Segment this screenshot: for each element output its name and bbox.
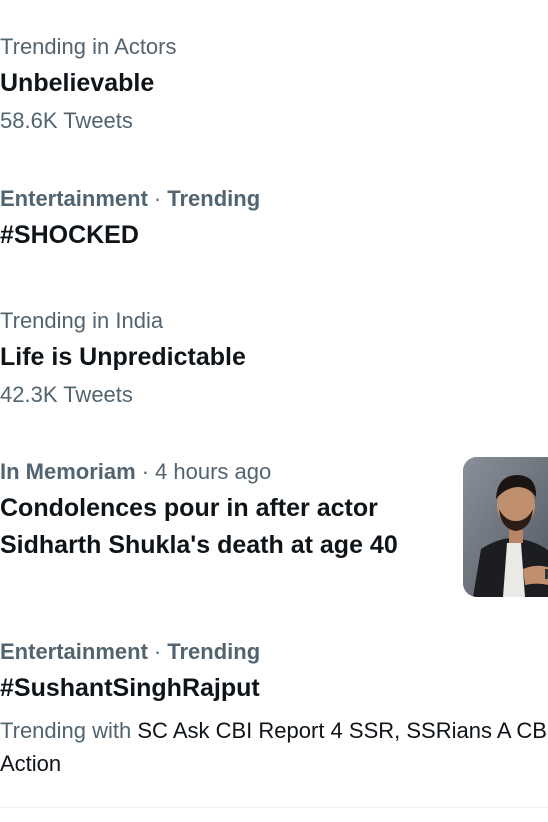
news-thumbnail[interactable] <box>463 457 548 597</box>
news-time: 4 hours ago <box>155 459 272 484</box>
trend-status: Trending <box>167 186 261 211</box>
trend-item-life-is-unpredictable[interactable]: Trending in India Life is Unpredictable … <box>0 307 548 409</box>
person-photo-icon <box>463 457 548 597</box>
news-headline: Condolences pour in after actor Sidharth… <box>0 494 398 559</box>
trend-title: Life is Unpredictable <box>0 343 246 371</box>
trending-with-text: Trending with SC Ask CBI Report 4 SSR, S… <box>0 714 548 780</box>
trend-context: Trending in Actors <box>0 34 177 59</box>
trend-item-sushant-singh-rajput[interactable]: Entertainment · Trending #SushantSinghRajp… <box>0 638 548 780</box>
trend-context: Entertainment · Trending <box>0 185 548 213</box>
trend-item-unbelievable[interactable]: Trending in Actors Unbelievable 58.6K Tw… <box>0 33 548 135</box>
trend-tweet-count: 58.6K Tweets <box>0 108 133 133</box>
separator-dot: · <box>153 186 162 211</box>
trend-context: Trending in India <box>0 308 164 333</box>
trend-title: Unbelievable <box>0 69 155 97</box>
trend-title: #SHOCKED <box>0 221 139 249</box>
trend-tweet-count: 42.3K Tweets <box>0 382 133 407</box>
trend-category: Entertainment <box>0 186 148 211</box>
trend-category: Entertainment <box>0 639 148 664</box>
divider <box>0 807 548 808</box>
trend-item-shocked[interactable]: Entertainment · Trending #SHOCKED <box>0 185 548 251</box>
trend-context: Entertainment · Trending <box>0 638 548 666</box>
trending-with-label: Trending with <box>0 718 132 743</box>
separator-dot: · <box>141 459 150 484</box>
trend-status: Trending <box>167 639 261 664</box>
separator-dot: · <box>153 639 162 664</box>
news-category: In Memoriam <box>0 459 136 484</box>
trend-title: #SushantSinghRajput <box>0 674 260 702</box>
